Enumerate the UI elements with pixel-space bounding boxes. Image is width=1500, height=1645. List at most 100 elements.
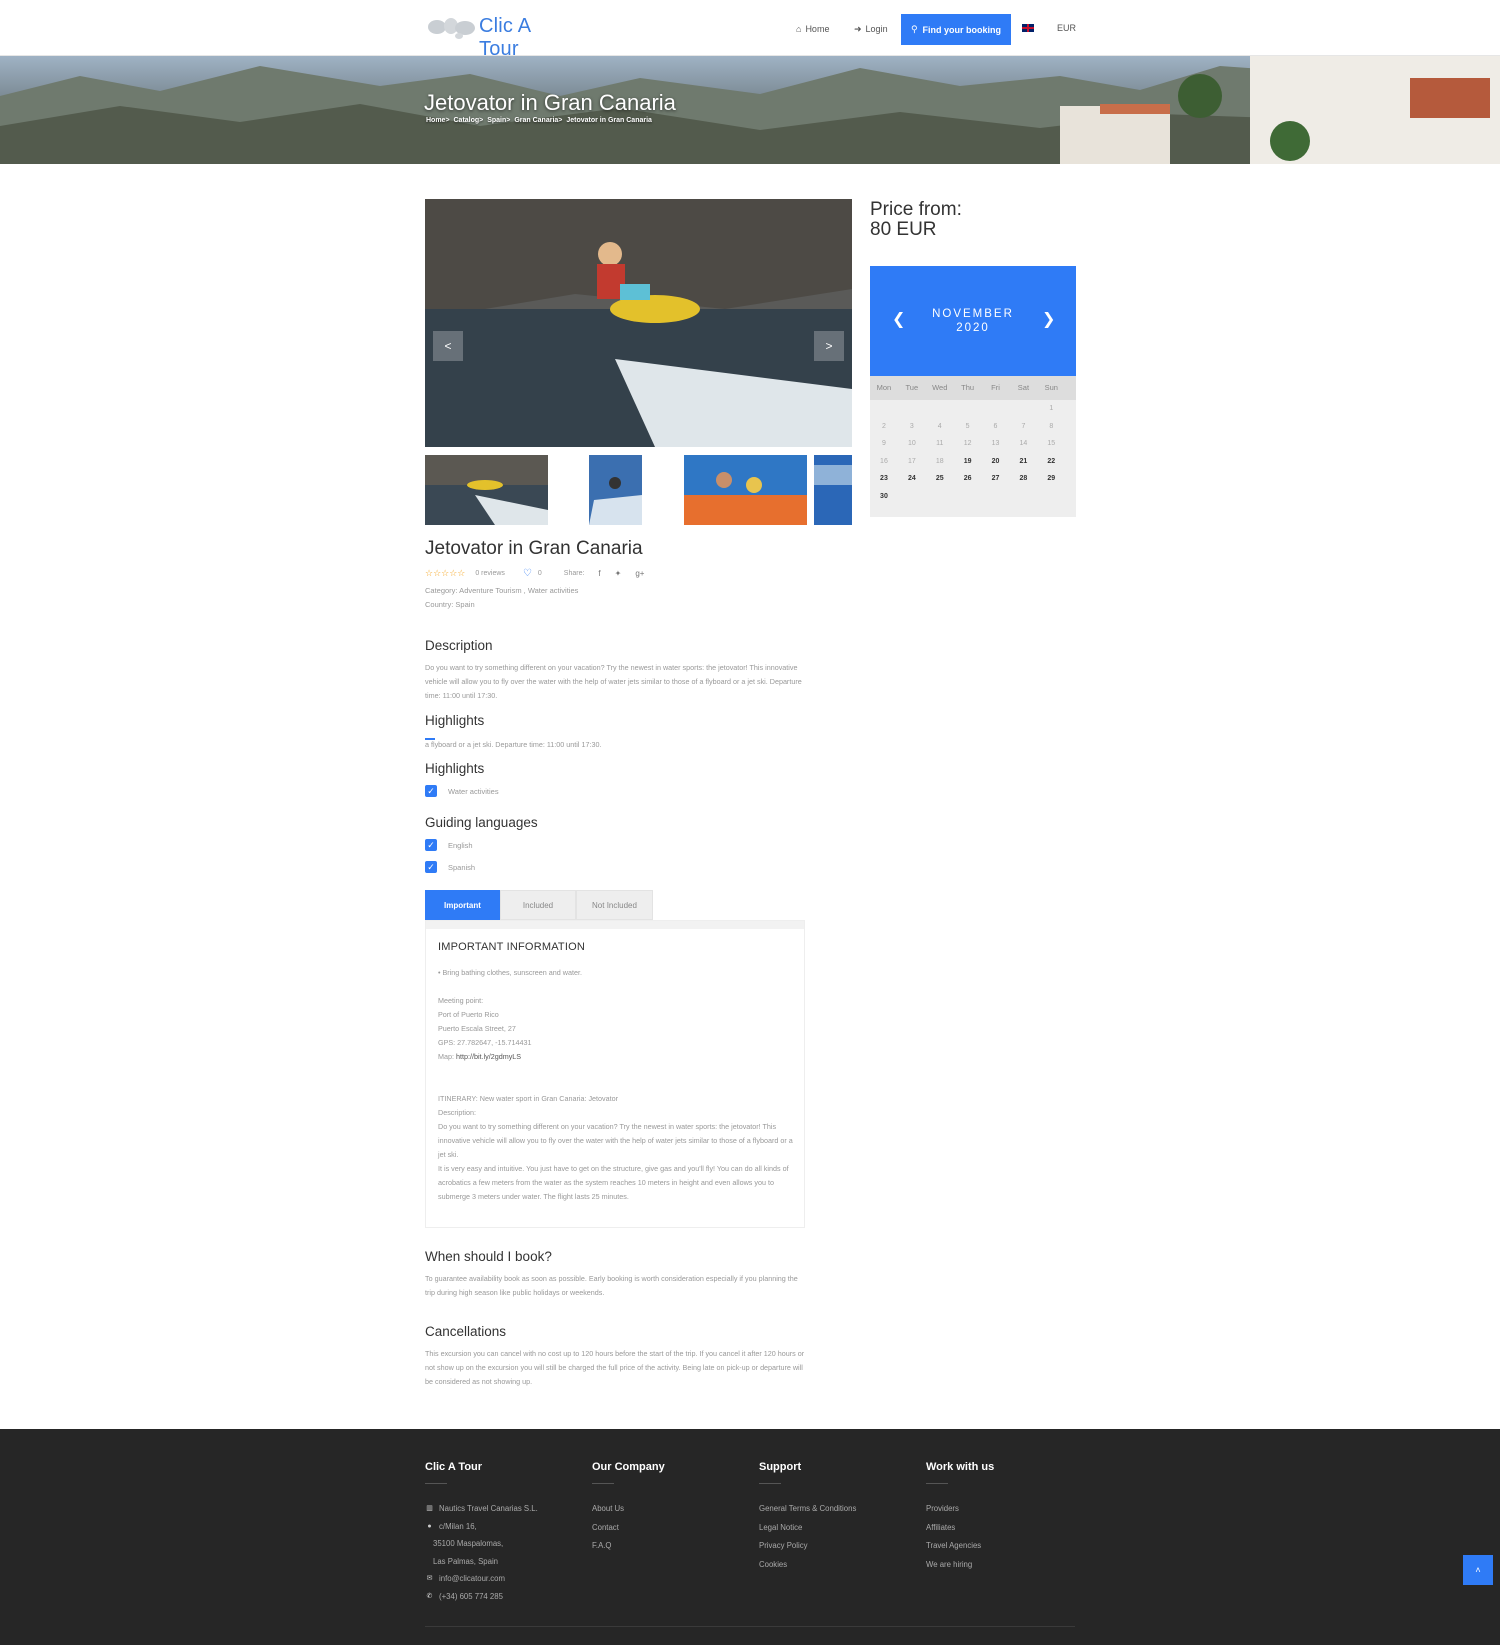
calendar-day-available[interactable]: 26 [954, 470, 982, 488]
calendar-empty-cell [870, 400, 898, 418]
footer-company-name: ▥ Nautics Travel Canarias S.L. [425, 1500, 538, 1518]
calendar-day-available[interactable]: 27 [982, 470, 1010, 488]
find-booking-button[interactable]: ⚲ Find your booking [901, 14, 1011, 45]
gallery-thumbnail[interactable] [684, 455, 807, 525]
footer-link-hiring[interactable]: We are hiring [926, 1556, 994, 1575]
mountain-landscape-image [0, 56, 1500, 164]
footer-link-contact[interactable]: Contact [592, 1519, 665, 1538]
calendar-next-month-button[interactable]: ❯ [1042, 309, 1055, 329]
heart-icon[interactable]: ♡ [523, 568, 532, 579]
footer-link-faq[interactable]: F.A.Q [592, 1537, 665, 1556]
calendar-empty-cell [1009, 400, 1037, 418]
gallery-next-button[interactable]: > [814, 331, 844, 361]
footer-link-travel-agencies[interactable]: Travel Agencies [926, 1537, 994, 1556]
envelope-icon: ✉ [426, 1575, 433, 1583]
uk-flag-icon[interactable] [1022, 24, 1034, 32]
footer-email-link[interactable]: info@clicatour.com [439, 1570, 505, 1588]
calendar-day-available[interactable]: 30 [870, 488, 898, 506]
site-footer: Clic A Tour ▥ Nautics Travel Canarias S.L… [0, 1429, 1500, 1645]
tour-category: Category: Adventure Tourism , Water acti… [425, 586, 579, 595]
footer-divider [592, 1483, 614, 1484]
gallery-thumbnail[interactable] [425, 455, 548, 525]
calendar-day-available[interactable]: 25 [926, 470, 954, 488]
nav-home-link[interactable]: ⌂ Home [796, 14, 829, 44]
footer-col-support: Support General Terms & Conditions Legal… [759, 1461, 856, 1575]
footer-link-providers[interactable]: Providers [926, 1500, 994, 1519]
facebook-icon[interactable]: f [598, 569, 600, 578]
reviews-link[interactable]: 0 reviews [475, 570, 505, 577]
calendar-day-unavailable: 1 [1049, 405, 1054, 412]
currency-selector[interactable]: EUR [1057, 23, 1076, 33]
languages-heading: Guiding languages [425, 815, 538, 830]
calendar-day-available[interactable]: 22 [1037, 453, 1065, 471]
calendar-empty-cell [926, 400, 954, 418]
meeting-address: Puerto Escala Street, 27 [438, 1024, 516, 1033]
footer-divider [425, 1483, 447, 1484]
nav-login-label: Login [865, 24, 888, 34]
thumbnail-image [425, 455, 548, 525]
calendar-day-unavailable: 16 [880, 457, 888, 465]
gallery-thumbnail[interactable] [814, 455, 852, 525]
gallery-prev-button[interactable]: < [433, 331, 463, 361]
calendar-weekdays: Mon Tue Wed Thu Fri Sat Sun [870, 376, 1076, 400]
hero-banner: Jetovator in Gran Canaria Home> Catalog>… [0, 56, 1500, 164]
calendar-day-available[interactable]: 23 [870, 470, 898, 488]
breadcrumb-separator: > [506, 117, 511, 124]
thumbnail-image [814, 455, 852, 525]
footer-link-terms[interactable]: General Terms & Conditions [759, 1500, 856, 1519]
calendar-day-available[interactable]: 29 [1037, 470, 1065, 488]
scroll-to-top-button[interactable]: ˄ [1463, 1555, 1493, 1585]
logo-text: Clic A Tour [479, 15, 531, 60]
calendar-day-available[interactable]: 28 [1009, 470, 1037, 488]
tab-important[interactable]: Important [425, 890, 500, 920]
calendar-day-available[interactable]: 24 [898, 470, 926, 488]
breadcrumb-gran-canaria[interactable]: Gran Canaria [514, 117, 558, 124]
calendar-month: NOVEMBER [932, 308, 1014, 320]
calendar-day-available[interactable]: 19 [954, 453, 982, 471]
footer-link-privacy[interactable]: Privacy Policy [759, 1537, 856, 1556]
footer-link-about-us[interactable]: About Us [592, 1500, 665, 1519]
footer-address-text: c/Milan 16, [439, 1521, 477, 1531]
map-link[interactable]: http://bit.ly/2gdmyLS [456, 1052, 521, 1061]
calendar-week-row: 9 10 11 12 13 14 15 [870, 435, 1076, 453]
calendar-day-unavailable: 14 [1019, 440, 1028, 447]
calendar-day-available[interactable]: 20 [982, 453, 1010, 471]
calendar-day-unavailable: 15 [1047, 440, 1056, 447]
nav-login-link[interactable]: ➜ Login [854, 14, 888, 44]
calendar-empty-cell [898, 488, 926, 506]
google-plus-icon[interactable]: g+ [635, 569, 644, 578]
breadcrumb-spain[interactable]: Spain [487, 117, 506, 124]
footer-heading: Work with us [926, 1461, 995, 1473]
footer-link-affiliates[interactable]: Affiliates [926, 1519, 994, 1538]
calendar-year: 2020 [956, 322, 990, 334]
calendar-week-row: 30 [870, 488, 1076, 506]
footer-heading: Clic A Tour [425, 1461, 483, 1473]
weekday-label: Sat [1017, 383, 1030, 392]
site-logo[interactable]: Clic A Tour [425, 12, 575, 60]
world-map-icon [428, 18, 475, 39]
footer-company-text: Nautics Travel Canarias S.L. [439, 1504, 538, 1513]
rating-row: ☆☆☆☆☆ 0 reviews ♡ 0 Share: f ✦ g+ [425, 567, 644, 579]
calendar-empty-cell [954, 400, 982, 418]
language-item: ✓ English [425, 839, 473, 851]
home-icon: ⌂ [796, 24, 802, 34]
breadcrumb-home[interactable]: Home [426, 117, 445, 124]
calendar-day-available[interactable]: 21 [1009, 453, 1037, 471]
highlights-heading: Highlights [425, 713, 485, 728]
star-rating-icon: ☆☆☆☆☆ [425, 567, 466, 578]
breadcrumb-catalog[interactable]: Catalog [454, 117, 480, 124]
checkbox-checked-icon: ✓ [425, 861, 437, 873]
calendar-day-unavailable: 2 [881, 422, 886, 430]
footer-link-cookies[interactable]: Cookies [759, 1556, 856, 1575]
twitter-icon[interactable]: ✦ [615, 569, 622, 578]
footer-phone: ✆ (+34) 605 774 285 [425, 1588, 538, 1606]
info-tabs: Important Included Not Included [425, 890, 653, 920]
calendar-day-unavailable: 13 [991, 440, 1000, 447]
tab-included[interactable]: Included [500, 890, 576, 920]
price-label: Price from: [870, 199, 962, 220]
footer-link-legal[interactable]: Legal Notice [759, 1519, 856, 1538]
tab-not-included[interactable]: Not Included [576, 890, 653, 920]
gallery-thumbnail[interactable] [589, 455, 642, 525]
footer-divider [926, 1483, 948, 1484]
calendar-prev-month-button[interactable]: ❮ [892, 309, 905, 329]
